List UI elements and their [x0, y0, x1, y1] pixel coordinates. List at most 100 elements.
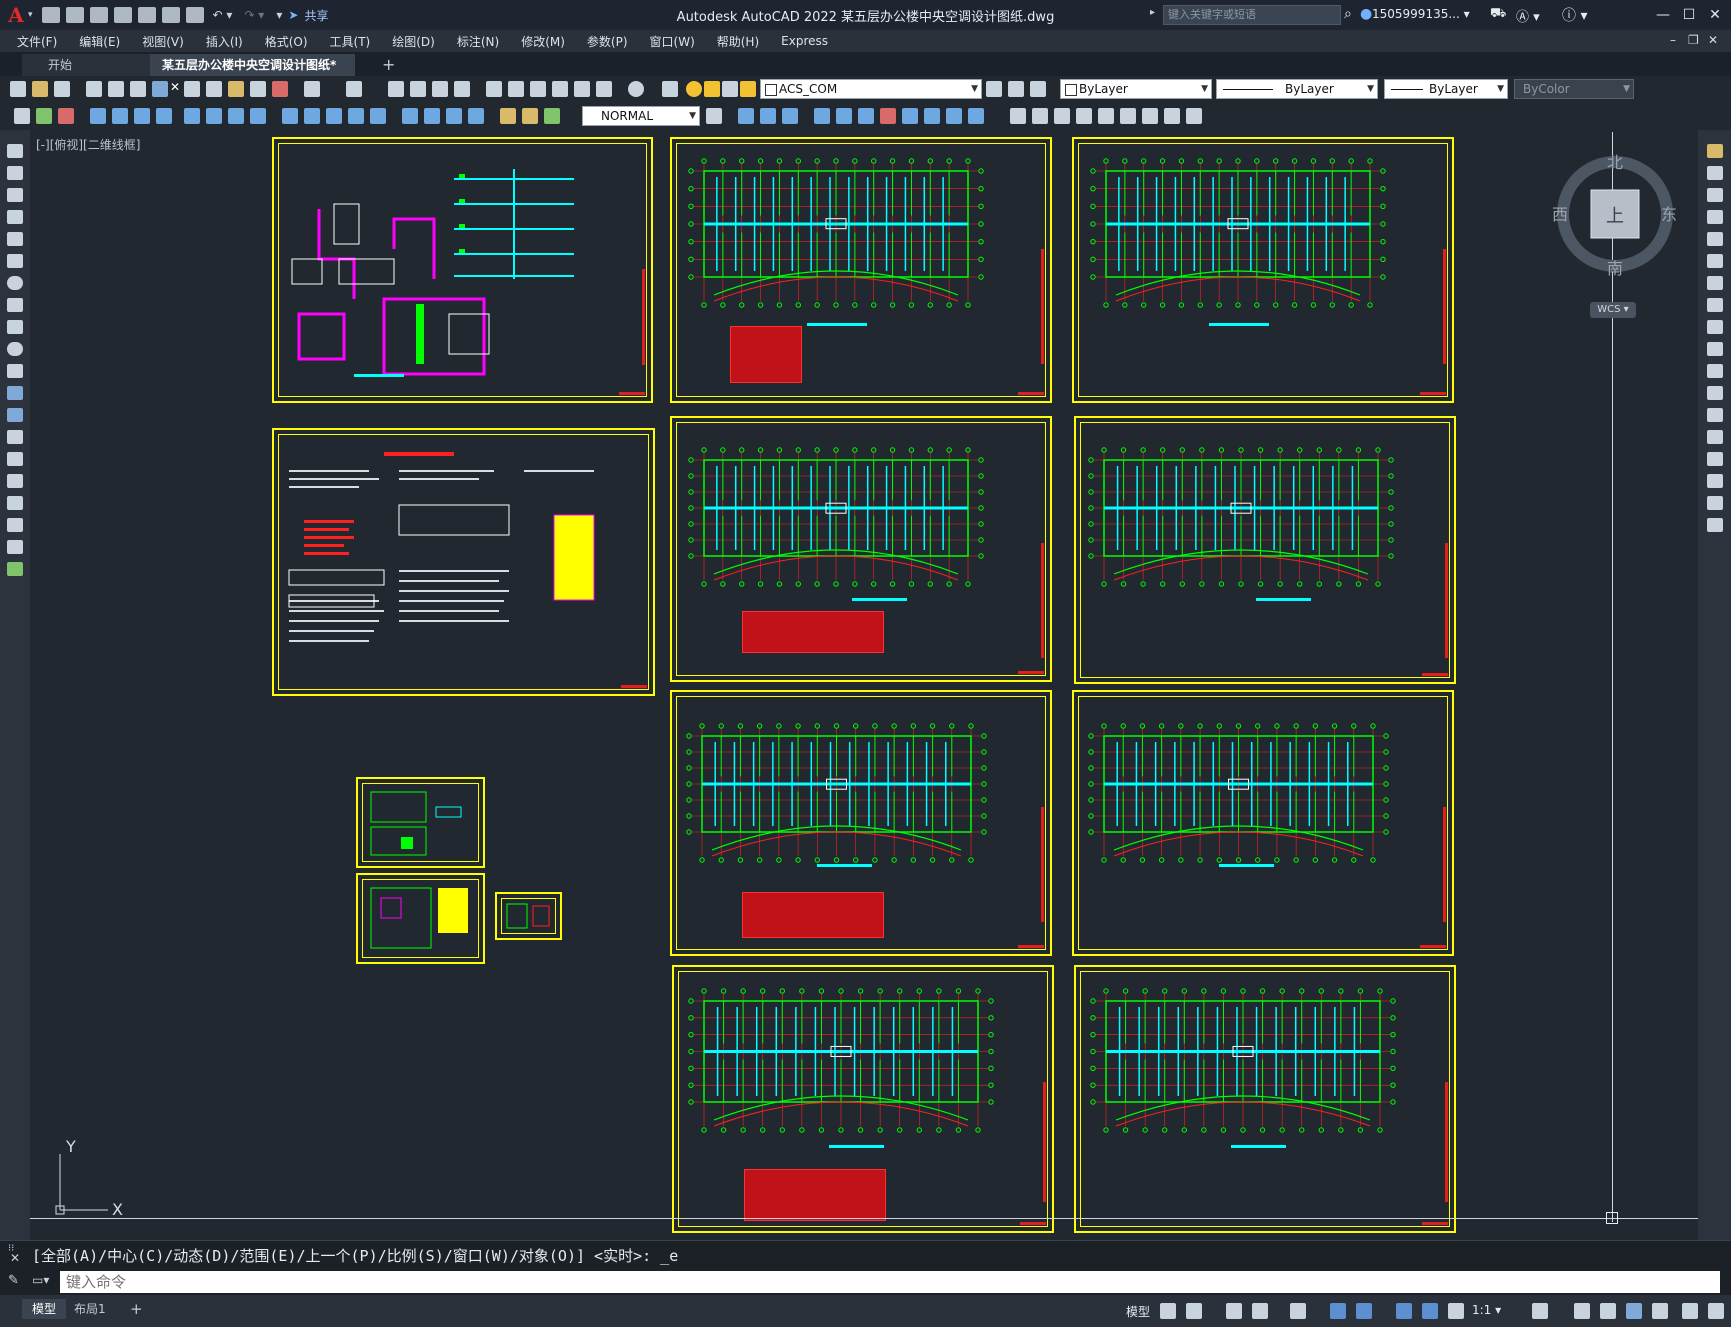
- publish-icon[interactable]: [130, 81, 146, 97]
- construction-line-icon[interactable]: [7, 166, 23, 180]
- layer-properties-icon[interactable]: [662, 81, 678, 97]
- break-icon[interactable]: [1707, 408, 1723, 422]
- trim-icon[interactable]: [1707, 342, 1723, 356]
- expand-arrow-icon[interactable]: ▸: [1150, 7, 1155, 18]
- zoom-window-icon[interactable]: [432, 81, 448, 97]
- group-icon[interactable]: [1186, 108, 1202, 124]
- markup-icon[interactable]: [574, 81, 590, 97]
- menu-express[interactable]: Express: [770, 34, 839, 48]
- jogged-linear-icon[interactable]: [468, 108, 484, 124]
- copy-icon[interactable]: [1707, 166, 1723, 180]
- linetype-dropdown[interactable]: ByLayer ▼: [1216, 79, 1378, 99]
- rotate-icon[interactable]: [1707, 276, 1723, 290]
- multiline-text-icon[interactable]: [7, 540, 23, 554]
- close-button[interactable]: ✕: [1700, 4, 1730, 26]
- polar-icon[interactable]: [1252, 1303, 1268, 1319]
- annotation-scale-dropdown[interactable]: 1:1 ▾: [1472, 1303, 1501, 1317]
- save-icon[interactable]: [54, 81, 70, 97]
- wblock-icon[interactable]: [1164, 108, 1180, 124]
- gradient-icon[interactable]: [7, 474, 23, 488]
- share-icon[interactable]: ➤: [288, 8, 298, 22]
- explode-icon[interactable]: [1707, 518, 1723, 532]
- design-center-icon[interactable]: [508, 81, 524, 97]
- tab-layout1[interactable]: 布局1: [64, 1299, 116, 1319]
- help-icon[interactable]: [628, 81, 644, 97]
- redo-icon[interactable]: [346, 81, 362, 97]
- customization-menu-icon[interactable]: [1708, 1303, 1724, 1319]
- revcloud-icon[interactable]: [7, 298, 23, 312]
- copy-object-icon[interactable]: [760, 108, 776, 124]
- dim-space-icon[interactable]: [348, 108, 364, 124]
- copy-icon[interactable]: [206, 81, 222, 97]
- clean-screen-icon[interactable]: [1682, 1303, 1698, 1319]
- paste-icon[interactable]: [228, 81, 244, 97]
- sheet-small-detail-2[interactable]: [356, 873, 485, 964]
- array-icon[interactable]: [836, 108, 852, 124]
- plot-preview-icon[interactable]: [108, 81, 124, 97]
- extend-icon[interactable]: [946, 108, 962, 124]
- help-icon[interactable]: ⓘ ▾: [1562, 5, 1587, 25]
- share-button[interactable]: 共享: [304, 7, 328, 24]
- menu-insert[interactable]: 插入(I): [195, 33, 254, 50]
- new-file-icon[interactable]: [41, 7, 60, 23]
- break-at-point-icon[interactable]: [1707, 386, 1723, 400]
- inspection-icon[interactable]: [446, 108, 462, 124]
- menu-draw[interactable]: 绘图(D): [381, 33, 446, 50]
- viewcube-west[interactable]: 西: [1552, 205, 1568, 224]
- pan-icon[interactable]: [388, 81, 404, 97]
- tab-model[interactable]: 模型: [22, 1299, 67, 1319]
- radius-icon[interactable]: [184, 108, 200, 124]
- block-icon[interactable]: [58, 108, 74, 124]
- annotation-visibility-icon[interactable]: [1448, 1303, 1464, 1319]
- block-editor-icon[interactable]: [272, 81, 288, 97]
- quickcalc-icon[interactable]: [596, 81, 612, 97]
- open-icon[interactable]: [32, 81, 48, 97]
- match-properties-icon[interactable]: [250, 81, 266, 97]
- command-input[interactable]: [60, 1271, 1720, 1293]
- tolerance-icon[interactable]: [402, 108, 418, 124]
- properties-icon[interactable]: [486, 81, 502, 97]
- make-current-layer-icon[interactable]: [986, 81, 1002, 97]
- doc-restore-icon[interactable]: ❐: [1688, 33, 1699, 47]
- dimstyle-manager-icon[interactable]: [706, 108, 722, 124]
- osnap-tracking-icon[interactable]: [1330, 1303, 1346, 1319]
- wcs-menu[interactable]: WCS ▾: [1590, 302, 1636, 318]
- sheet-small-detail-3[interactable]: [495, 892, 562, 940]
- menu-view[interactable]: 视图(V): [131, 33, 195, 50]
- fillet-icon[interactable]: [1054, 108, 1070, 124]
- circle-icon[interactable]: [7, 276, 23, 290]
- add-selected-icon[interactable]: [7, 562, 23, 576]
- viewcube-north[interactable]: 北: [1607, 153, 1623, 172]
- layer-states-icon[interactable]: [1030, 81, 1046, 97]
- annotation-monitor-icon[interactable]: [1574, 1303, 1590, 1319]
- lineweight-toggle-icon[interactable]: [1396, 1303, 1412, 1319]
- quick-dim-icon[interactable]: [282, 108, 298, 124]
- plot-icon[interactable]: [185, 7, 204, 23]
- mirror-icon[interactable]: [1707, 188, 1723, 202]
- viewcube[interactable]: 上 北 南 东 西: [1551, 150, 1679, 278]
- sheet-floor-plan-1[interactable]: [670, 137, 1052, 403]
- model-space-toggle[interactable]: 模型: [1126, 1303, 1150, 1320]
- sheet-set-icon[interactable]: [552, 81, 568, 97]
- isolate-objects-icon[interactable]: [1652, 1303, 1668, 1319]
- cut-icon[interactable]: [184, 81, 200, 97]
- open-file-icon[interactable]: [65, 7, 84, 23]
- open-web-icon[interactable]: [137, 7, 156, 23]
- extend-icon[interactable]: [1707, 364, 1723, 378]
- explode-icon[interactable]: [1076, 108, 1092, 124]
- array-icon[interactable]: [1707, 232, 1723, 246]
- user-icon[interactable]: ●: [1360, 6, 1372, 22]
- object-snap-icon[interactable]: [1356, 1303, 1372, 1319]
- continue-icon[interactable]: [326, 108, 342, 124]
- draworder-icon[interactable]: [1120, 108, 1136, 124]
- dimstyle-dropdown[interactable]: NORMAL ▼: [582, 106, 700, 126]
- user-account[interactable]: 1505999135... ▾: [1372, 7, 1470, 21]
- mirror-icon[interactable]: [782, 108, 798, 124]
- autocad-logo-icon[interactable]: A: [4, 3, 28, 27]
- workspace-gear-icon[interactable]: [1532, 1303, 1548, 1319]
- line-icon[interactable]: [7, 144, 23, 158]
- 3d-print-icon[interactable]: [152, 81, 168, 97]
- sheet-floor-plan-4[interactable]: [1074, 416, 1456, 684]
- menu-tools[interactable]: 工具(T): [319, 33, 382, 50]
- recent-commands-icon[interactable]: ▭▾: [32, 1273, 49, 1287]
